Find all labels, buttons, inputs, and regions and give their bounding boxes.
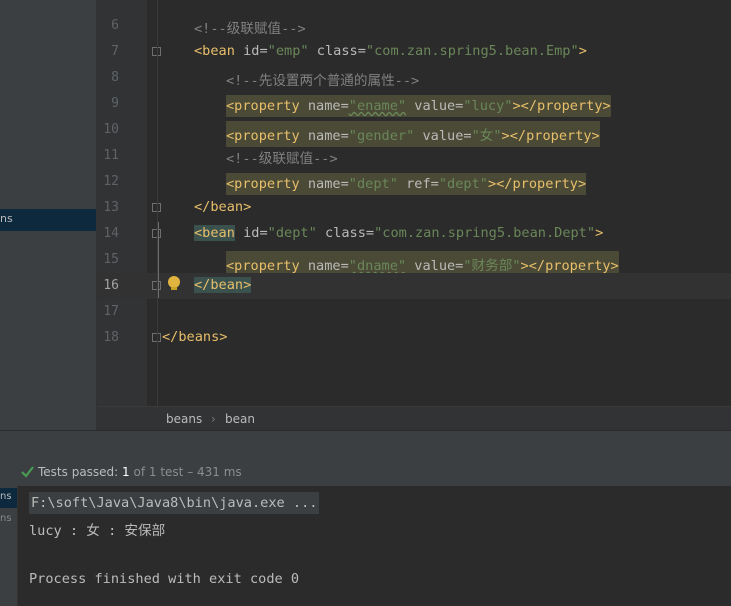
xml-value: "com.zan.spring5.bean.Dept" [374,225,596,241]
line-number: 13 [103,200,119,215]
line-number: 18 [103,330,119,345]
line-number: 10 [103,122,119,137]
code-line-9: 9 <property name="ename" value="lucy"></… [97,91,731,117]
test-status-bar: Tests passed: 1 of 1 test – 431 ms [0,458,731,487]
lightbulb-icon[interactable] [168,276,180,290]
line-number: 11 [103,148,119,163]
code-line-11: 11 <!--级联赋值--> [97,143,731,169]
xml-attr: name= [307,128,349,144]
xml-attr: value= [422,128,472,144]
xml-tag: </bean> [194,199,252,215]
run-tree-item[interactable]: ns [0,491,12,502]
code-line-7: 7 <bean id="emp" class="com.zan.spring5.… [97,39,731,65]
project-selected-item[interactable]: ns [0,209,96,231]
code-line-14: 14 <bean id="dept" class="com.zan.spring… [97,221,731,247]
xml-tag: <property [226,258,300,274]
code-text: <property name="dept" ref="dept"></prope… [226,173,587,195]
xml-attr: id= [243,43,268,59]
code-line-6: 6 <!--级联赋值--> [97,13,731,39]
tests-detail: of 1 test – 431 ms [133,465,242,479]
line-number: 17 [103,304,119,319]
xml-tag-close: ></property> [501,128,600,144]
xml-value: "ename" [348,98,407,114]
xml-tag: <property [226,176,300,192]
xml-value: "gender" [348,128,415,144]
test-status: Tests passed: 1 of 1 test – 431 ms [38,465,242,479]
line-number: 16 [103,278,119,293]
xml-comment: <!--先设置两个普通的属性--> [226,73,420,89]
run-toolbar [0,430,731,459]
xml-attr: class= [324,225,375,241]
line-number: 6 [111,18,119,33]
breadcrumb-item-beans[interactable]: beans [166,412,202,426]
xml-tag-close: > [578,43,587,59]
tests-passed-count: 1 [122,465,130,479]
line-number: 12 [103,174,119,189]
tests-passed-label: Tests passed: [38,465,119,479]
xml-tag-close: ></property> [487,176,587,192]
xml-tag-close: > [595,225,604,241]
check-icon [21,466,34,478]
breadcrumb-separator-icon: › [211,412,216,426]
xml-value: "emp" [267,43,309,59]
xml-tag: <property [226,98,300,114]
project-panel: ns [0,0,97,430]
code-line-8: 8 <!--先设置两个普通的属性--> [97,65,731,91]
xml-value: "lucy" [463,98,513,114]
line-number: 9 [111,96,119,111]
xml-value: "财务部" [463,258,521,274]
xml-value: "dname" [348,258,407,274]
xml-tag: <bean [194,43,235,59]
line-number: 8 [111,70,119,85]
code-line-15: 15 <property name="dname" value="财务部"></… [97,247,731,277]
xml-attr: class= [316,43,366,59]
xml-comment: <!--级联赋值--> [226,151,338,167]
code-text: <bean id="dept" class="com.zan.spring5.b… [194,225,603,241]
indent-guide [157,0,158,406]
line-number: 14 [103,226,119,241]
console-command-line[interactable]: F:\soft\Java\Java8\bin\java.exe ... [29,492,320,514]
code-line-16: 16 </bean> [97,273,731,299]
console-exit-line: Process finished with exit code 0 [29,571,300,587]
xml-value: "dept" [348,176,398,192]
xml-attr: ref= [406,176,439,192]
xml-attr: value= [414,98,464,114]
run-tree-item[interactable]: ns [0,513,12,524]
xml-value: "女" [471,128,502,144]
code-line-17: 17 [97,299,731,325]
change-marker [158,222,159,298]
run-tree-panel: ns ns [0,486,18,606]
breadcrumb-item-bean[interactable]: bean [225,412,255,426]
xml-value: "com.zan.spring5.bean.Emp" [365,43,579,59]
xml-tag-close: ></property> [512,98,611,114]
xml-tag: <bean [194,225,235,241]
code-line-10: 10 <property name="gender" value="女"></p… [97,117,731,147]
xml-tag-close: ></property> [520,258,619,274]
xml-attr: name= [307,98,349,114]
xml-attr: name= [307,176,349,192]
project-selected-label: ns [0,212,13,225]
xml-tag: </bean> [194,277,252,293]
xml-value: "dept" [267,225,317,241]
xml-attr: id= [243,225,268,241]
breadcrumb: beans › bean [97,406,731,431]
xml-value: "dept" [438,176,488,192]
console-output-line: lucy : 女 : 安保部 [29,523,166,539]
console-output[interactable]: F:\soft\Java\Java8\bin\java.exe ... lucy… [18,486,731,606]
line-number: 15 [103,252,119,267]
code-text: <property name="ename" value="lucy"></pr… [226,95,611,117]
xml-attr: name= [307,258,349,274]
code-line-18: 18 </beans> [97,325,731,351]
code-line-12: 12 <property name="dept" ref="dept"></pr… [97,169,731,195]
xml-tag: </beans> [162,329,228,345]
xml-comment: <!--级联赋值--> [194,21,306,37]
line-number: 7 [111,44,119,59]
xml-attr: value= [414,258,464,274]
code-line-13: 13 </bean> [97,195,731,221]
xml-tag: <property [226,128,300,144]
code-editor[interactable]: 6 <!--级联赋值--> 7 <bean id="emp" class="co… [97,0,731,406]
code-text: <bean id="emp" class="com.zan.spring5.be… [194,43,587,59]
